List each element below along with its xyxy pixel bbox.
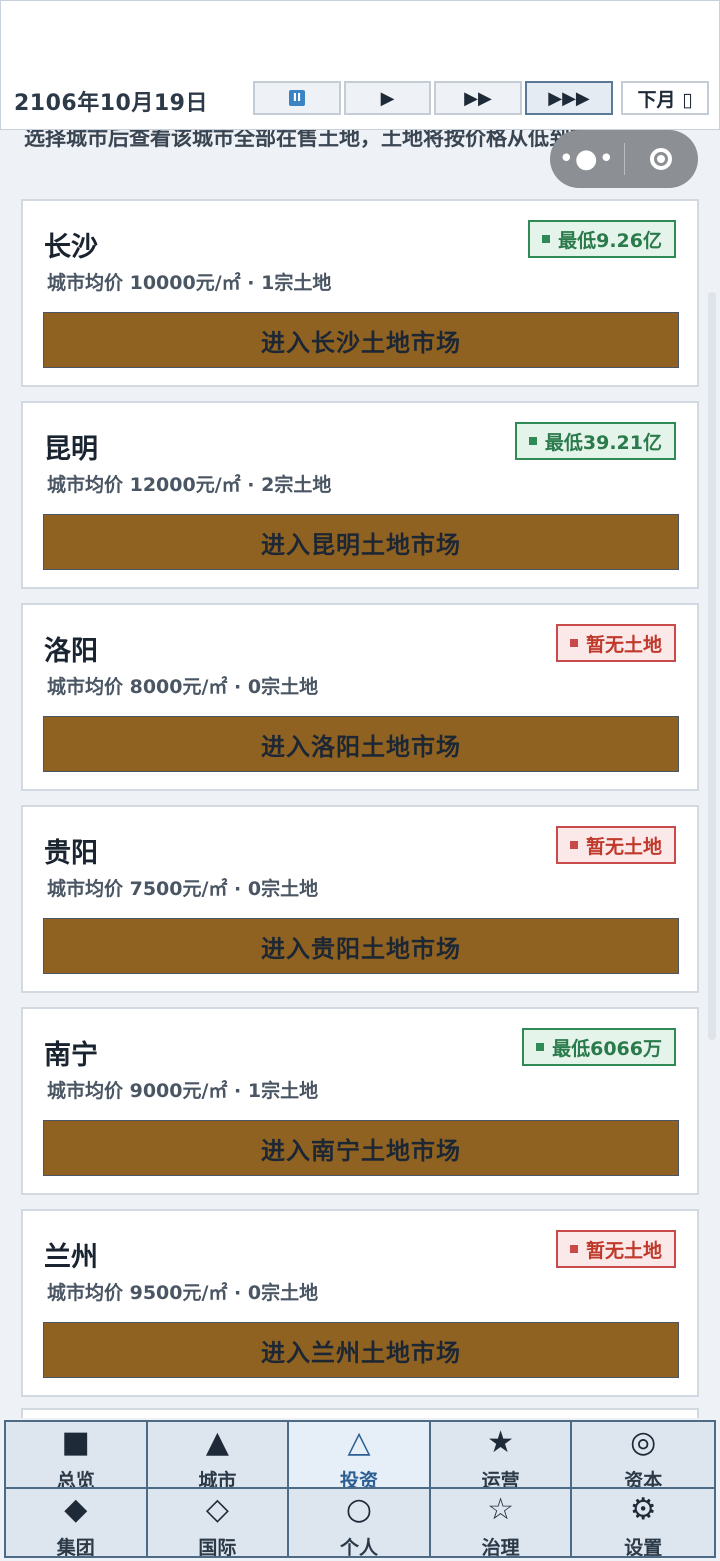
land-status-badge: 最低39.21亿 xyxy=(514,422,676,460)
nav-label: 个人 xyxy=(339,1537,378,1556)
city-name: 南宁 xyxy=(44,1040,98,1071)
badge-text: 最低6066万 xyxy=(552,1037,662,1060)
fast-forward-icon: ▶▶ xyxy=(464,87,492,109)
nav-label: 集团 xyxy=(56,1537,95,1556)
badge-text: 暂无土地 xyxy=(585,633,662,656)
nav-label: 运营 xyxy=(481,1470,520,1489)
nav-label: 设置 xyxy=(624,1537,663,1556)
land-status-badge: 暂无土地 xyxy=(555,826,676,864)
city-info: 城市均价 9000元/㎡ · 1宗土地 xyxy=(47,1080,319,1102)
badge-square-icon xyxy=(569,639,578,647)
enter-market-button[interactable]: 进入贵阳土地市场 xyxy=(43,918,679,974)
city-info: 城市均价 9500元/㎡ · 0宗土地 xyxy=(47,1282,319,1304)
nav-label: 治理 xyxy=(481,1537,520,1556)
city-name: 昆明 xyxy=(44,434,98,465)
enter-market-button[interactable]: 进入长沙土地市场 xyxy=(43,312,679,368)
diamond-outline-icon: ◇ xyxy=(205,1492,229,1527)
land-status-badge: 最低6066万 xyxy=(522,1028,676,1066)
star-outline-icon: ☆ xyxy=(487,1492,515,1527)
enter-market-button[interactable]: 进入南宁土地市场 xyxy=(43,1120,679,1176)
city-info: 城市均价 8000元/㎡ · 0宗土地 xyxy=(47,676,319,698)
bottom-nav: ■ 总览 ▲ 城市 △ 投资 ★ 运营 ◎ 资本 ◆ 集团 ◇ 国际 ○ 个人 … xyxy=(4,1420,716,1558)
nav-label: 资本 xyxy=(624,1470,663,1489)
badge-square-icon xyxy=(542,235,551,243)
bullseye-icon: ◎ xyxy=(630,1425,657,1460)
triangle-outline-icon: △ xyxy=(347,1425,371,1460)
city-card: 贵阳 城市均价 7500元/㎡ · 0宗土地 暂无土地 进入贵阳土地市场 xyxy=(21,805,699,993)
nav-operations[interactable]: ★ 运营 xyxy=(430,1422,573,1489)
circle-outline-icon: ○ xyxy=(345,1492,373,1527)
top-bar: 2106年10月19日 II ▶ ▶▶ ▶▶▶ 下月 ▯ xyxy=(0,0,720,130)
play-button[interactable]: ▶ xyxy=(344,81,431,115)
next-month-button[interactable]: 下月 ▯ xyxy=(621,81,709,115)
fast-forward-button[interactable]: ▶▶ xyxy=(434,81,522,115)
land-status-badge: 暂无土地 xyxy=(555,624,676,662)
nav-overview[interactable]: ■ 总览 xyxy=(6,1422,148,1489)
more-menu-icon[interactable]: •●• xyxy=(550,144,624,174)
city-card: 南宁 城市均价 9000元/㎡ · 1宗土地 最低6066万 进入南宁土地市场 xyxy=(21,1007,699,1195)
city-info: 城市均价 10000元/㎡ · 1宗土地 xyxy=(47,272,332,294)
city-name: 长沙 xyxy=(44,232,98,263)
nav-capital[interactable]: ◎ 资本 xyxy=(572,1422,714,1489)
city-card: 兰州 城市均价 9500元/㎡ · 0宗土地 暂无土地 进入兰州土地市场 xyxy=(21,1209,699,1397)
city-name: 贵阳 xyxy=(44,838,98,869)
land-status-badge: 最低9.26亿 xyxy=(528,220,676,258)
city-name: 洛阳 xyxy=(44,636,98,667)
nav-personal[interactable]: ○ 个人 xyxy=(289,1489,431,1556)
star-icon: ★ xyxy=(487,1425,515,1460)
play-icon: ▶ xyxy=(380,87,395,109)
nav-governance[interactable]: ☆ 治理 xyxy=(431,1489,573,1556)
badge-text: 最低9.26亿 xyxy=(558,229,662,252)
badge-square-icon xyxy=(528,437,537,445)
badge-square-icon xyxy=(569,1245,578,1253)
land-status-badge: 暂无土地 xyxy=(555,1230,676,1268)
close-program-button[interactable] xyxy=(625,148,699,170)
nav-investment[interactable]: △ 投资 xyxy=(289,1422,431,1489)
nav-label: 国际 xyxy=(198,1537,237,1556)
mini-program-capsule: •●• xyxy=(550,130,698,188)
pause-icon: II xyxy=(289,90,305,106)
badge-text: 最低39.21亿 xyxy=(544,431,662,454)
game-date: 2106年10月19日 xyxy=(14,91,208,116)
fastest-button[interactable]: ▶▶▶ xyxy=(525,81,613,115)
scrollbar[interactable] xyxy=(708,292,716,1040)
enter-market-button[interactable]: 进入兰州土地市场 xyxy=(43,1322,679,1378)
city-card-partial xyxy=(21,1408,699,1418)
diamond-icon: ◆ xyxy=(64,1492,88,1527)
nav-label: 城市 xyxy=(198,1470,237,1489)
fastest-icon: ▶▶▶ xyxy=(548,87,590,109)
nav-settings[interactable]: ⚙ 设置 xyxy=(572,1489,714,1557)
badge-text: 暂无土地 xyxy=(585,1239,662,1262)
nav-label: 总览 xyxy=(56,1470,95,1489)
square-icon: ■ xyxy=(61,1425,90,1460)
nav-city[interactable]: ▲ 城市 xyxy=(147,1422,290,1489)
triangle-icon: ▲ xyxy=(205,1425,229,1460)
nav-label: 投资 xyxy=(339,1470,378,1489)
city-name: 兰州 xyxy=(44,1242,98,1273)
city-info: 城市均价 7500元/㎡ · 0宗土地 xyxy=(47,878,319,900)
city-card: 长沙 城市均价 10000元/㎡ · 1宗土地 最低9.26亿 进入长沙土地市场 xyxy=(21,199,699,387)
badge-text: 暂无土地 xyxy=(585,835,662,858)
enter-market-button[interactable]: 进入昆明土地市场 xyxy=(43,514,679,570)
gear-icon: ⚙ xyxy=(629,1492,657,1527)
nav-international[interactable]: ◇ 国际 xyxy=(148,1489,290,1556)
badge-square-icon xyxy=(569,841,578,849)
nav-group[interactable]: ◆ 集团 xyxy=(6,1489,148,1556)
badge-square-icon xyxy=(536,1043,545,1051)
city-info: 城市均价 12000元/㎡ · 2宗土地 xyxy=(47,474,332,496)
city-card: 洛阳 城市均价 8000元/㎡ · 0宗土地 暂无土地 进入洛阳土地市场 xyxy=(21,603,699,791)
target-icon xyxy=(650,148,673,170)
city-card: 昆明 城市均价 12000元/㎡ · 2宗土地 最低39.21亿 进入昆明土地市… xyxy=(21,401,699,589)
enter-market-button[interactable]: 进入洛阳土地市场 xyxy=(43,716,679,772)
pause-button[interactable]: II xyxy=(253,81,341,115)
